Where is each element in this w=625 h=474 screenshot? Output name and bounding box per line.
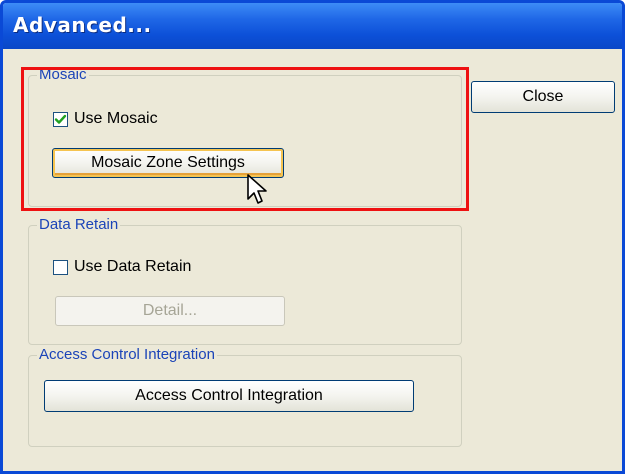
mouse-cursor-icon — [247, 174, 267, 204]
use-data-retain-label: Use Data Retain — [74, 258, 192, 275]
use-data-retain-option[interactable]: Use Data Retain — [53, 258, 191, 276]
access-control-group-label: Access Control Integration — [37, 346, 217, 363]
window-title: Advanced... — [13, 13, 152, 37]
detail-button[interactable]: Detail... — [55, 296, 285, 326]
title-bar[interactable]: Advanced... — [3, 3, 622, 49]
access-control-integration-button[interactable]: Access Control Integration — [44, 380, 414, 412]
use-data-retain-checkbox[interactable] — [53, 259, 68, 275]
data-retain-group-label: Data Retain — [37, 216, 121, 233]
data-retain-group: Data Retain Use Data Retain Detail... — [28, 216, 462, 345]
advanced-dialog: Advanced... Close Mosaic Use Mosaic Mosa… — [0, 0, 625, 474]
access-control-group: Access Control Integration Access Contro… — [28, 346, 462, 447]
highlight-annotation — [21, 67, 469, 211]
close-button[interactable]: Close — [471, 81, 615, 113]
